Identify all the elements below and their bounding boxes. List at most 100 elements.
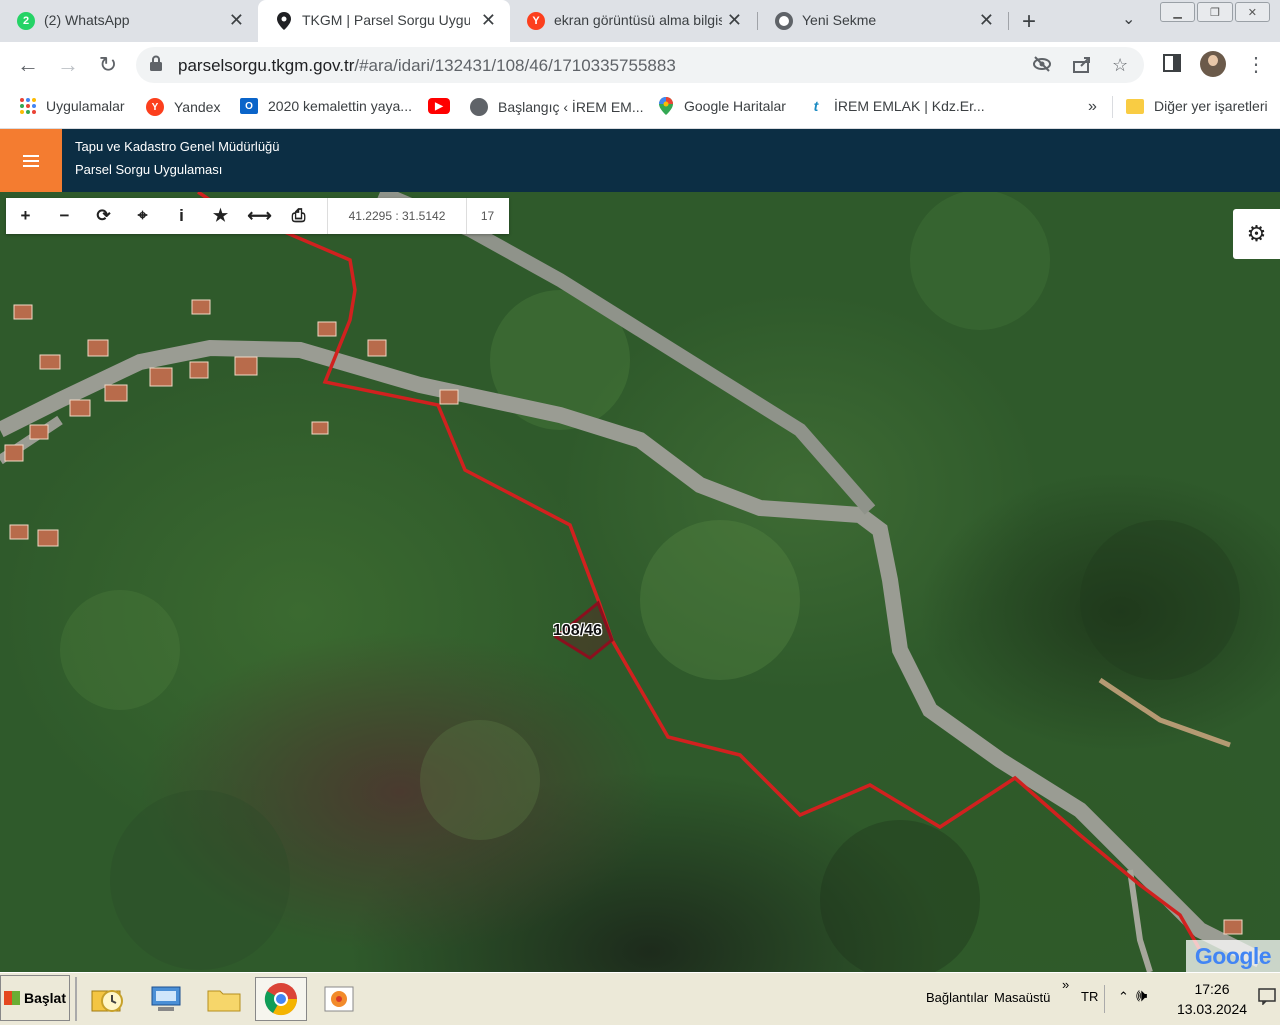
google-maps-icon <box>658 97 674 115</box>
print-button[interactable]: ⎙ <box>279 198 318 234</box>
start-button[interactable]: Başlat <box>0 975 70 1021</box>
clock-date: 13.03.2024 <box>1176 1001 1248 1017</box>
folder-icon <box>1126 98 1144 114</box>
taskbar-explorer[interactable] <box>198 977 250 1021</box>
tab-separator <box>1008 12 1009 30</box>
show-hidden-icons-chevron[interactable]: ⌃ <box>1118 989 1129 1005</box>
start-label: Başlat <box>23 990 67 1006</box>
language-indicator[interactable]: TR <box>1081 989 1098 1004</box>
zoom-in-button[interactable]: + <box>6 198 45 234</box>
taskbar-control-panel[interactable] <box>140 977 192 1021</box>
zoom-level: 17 <box>480 209 495 223</box>
taskbar-separator <box>75 977 77 1021</box>
globe-icon <box>470 98 488 116</box>
tab-title: (2) WhatsApp <box>44 12 130 28</box>
tab-tkgm[interactable]: TKGM | Parsel Sorgu Uygula ✕ <box>258 0 510 42</box>
bookmark-star-icon[interactable]: ☆ <box>1112 55 1128 76</box>
bookmark-label: Diğer yer işaretleri <box>1154 98 1268 114</box>
coordinate-readout: 41.2295 : 31.5142 <box>327 198 467 234</box>
google-logo-text: Google <box>1194 942 1272 969</box>
more-menu-icon[interactable]: ⋮ <box>1246 52 1266 77</box>
tray-separator <box>1104 985 1105 1013</box>
computer-icon <box>151 986 181 1011</box>
other-bookmarks-folder[interactable]: Diğer yer işaretleri <box>1126 98 1268 114</box>
mail-clock-icon <box>91 990 123 1012</box>
paint-icon <box>324 986 354 1012</box>
back-button[interactable]: ← <box>14 52 42 78</box>
bookmark-baslangic[interactable]: Başlangıç ‹ İREM EM... <box>470 98 643 116</box>
tab-yandex[interactable]: Y ekran görüntüsü alma bilgis ✕ <box>510 0 756 42</box>
forward-button[interactable]: → <box>54 52 82 78</box>
google-attribution: Google <box>1186 940 1280 972</box>
side-panel-icon[interactable] <box>1163 54 1181 77</box>
tab-new[interactable]: Yeni Sekme ✕ <box>758 0 1008 42</box>
bookmark-label: Başlangıç ‹ İREM EM... <box>498 99 644 115</box>
app-title-org: Tapu ve Kadastro Genel Müdürlüğü <box>75 139 280 154</box>
bookmark-youtube[interactable]: ▶ <box>428 98 460 114</box>
tray-overflow[interactable]: » <box>1062 977 1069 992</box>
bookmarks-divider <box>1112 96 1113 118</box>
close-window-button[interactable]: ✕ <box>1234 2 1270 22</box>
tab-title: Yeni Sekme <box>802 12 877 28</box>
profile-avatar[interactable] <box>1200 51 1226 77</box>
bookmark-label: Uygulamalar <box>46 98 125 114</box>
taskbar-outlook-express[interactable] <box>82 977 134 1021</box>
tab-search-button[interactable]: ⌄ <box>1122 9 1135 29</box>
zoom-out-button[interactable]: − <box>45 198 84 234</box>
close-icon[interactable]: ✕ <box>727 10 742 31</box>
clock-time: 17:26 <box>1194 981 1230 997</box>
map-pin-icon <box>275 12 293 30</box>
eye-off-icon[interactable] <box>1032 55 1052 78</box>
bookmark-apps[interactable]: Uygulamalar <box>20 98 125 114</box>
tray-desktop[interactable]: Masaüstü <box>994 990 1050 1005</box>
tab-strip: 2 (2) WhatsApp ✕ TKGM | Parsel Sorgu Uyg… <box>0 0 1280 42</box>
minimize-button[interactable]: ▁ <box>1160 2 1196 22</box>
parcel-label: 108/46 <box>553 622 602 639</box>
apps-grid-icon <box>20 98 36 114</box>
favorite-star-button[interactable]: ★ <box>201 198 240 234</box>
folder-icon <box>207 990 241 1012</box>
taskbar-chrome[interactable] <box>255 977 307 1021</box>
close-icon[interactable]: ✕ <box>481 10 496 31</box>
bookmarks-overflow-button[interactable]: » <box>1088 98 1097 116</box>
measure-button[interactable]: ⟷ <box>240 198 279 234</box>
outlook-icon: O <box>240 98 258 114</box>
new-tab-button[interactable]: + <box>1022 8 1036 36</box>
volume-icon[interactable]: 🕪 <box>1136 985 1147 1006</box>
refresh-button[interactable]: ⟳ <box>84 198 123 234</box>
address-bar[interactable]: parselsorgu.tkgm.gov.tr/#ara/idari/13243… <box>136 47 1144 83</box>
window-controls: ▁ ❐ ✕ <box>1160 2 1272 22</box>
restore-button[interactable]: ❐ <box>1197 2 1233 22</box>
reload-button[interactable]: ↻ <box>94 52 122 78</box>
bookmark-label: İREM EMLAK | Kdz.Er... <box>834 98 985 114</box>
system-clock[interactable]: 17:26 13.03.2024 <box>1170 979 1254 1019</box>
locate-button[interactable]: ⌖ <box>123 198 162 234</box>
bookmark-irem-emlak[interactable]: t İREM EMLAK | Kdz.Er... <box>808 98 985 114</box>
bookmark-label: 2020 kemalettin yaya... <box>268 98 412 114</box>
bookmark-outlook[interactable]: O 2020 kemalettin yaya... <box>240 98 412 114</box>
taskbar: Başlat Bağlantılar Masaüstü » TR ⌃ 🕪 17:… <box>0 972 1280 1025</box>
notification-icon[interactable] <box>1258 987 1276 1008</box>
close-icon[interactable]: ✕ <box>229 10 244 31</box>
chrome-icon <box>264 983 298 1016</box>
lock-icon[interactable] <box>150 55 166 73</box>
url-path: /#ara/idari/132431/108/46/1710335755883 <box>354 56 676 75</box>
app-header: Tapu ve Kadastro Genel Müdürlüğü Parsel … <box>0 129 1280 192</box>
hamburger-menu-button[interactable] <box>0 129 62 192</box>
windows-logo-icon <box>3 991 20 1005</box>
close-icon[interactable]: ✕ <box>979 10 994 31</box>
info-button[interactable]: i <box>162 198 201 234</box>
map-settings-button[interactable]: ⚙ <box>1233 209 1280 259</box>
share-icon[interactable] <box>1072 55 1092 78</box>
map-view[interactable] <box>0 192 1280 972</box>
app-title-name: Parsel Sorgu Uygulaması <box>75 162 223 177</box>
taskbar-paint-app[interactable] <box>313 977 365 1021</box>
bookmark-yandex[interactable]: Y Yandex <box>146 98 220 116</box>
tray-links[interactable]: Bağlantılar <box>926 990 988 1005</box>
tab-whatsapp[interactable]: 2 (2) WhatsApp ✕ <box>0 0 258 42</box>
browser-toolbar: ← → ↻ parselsorgu.tkgm.gov.tr/#ara/idari… <box>0 42 1280 88</box>
bookmark-label: Yandex <box>174 99 221 115</box>
bookmark-google-maps[interactable]: Google Haritalar <box>658 97 786 115</box>
dirt-path <box>1098 677 1231 748</box>
yandex-icon: Y <box>527 12 545 30</box>
